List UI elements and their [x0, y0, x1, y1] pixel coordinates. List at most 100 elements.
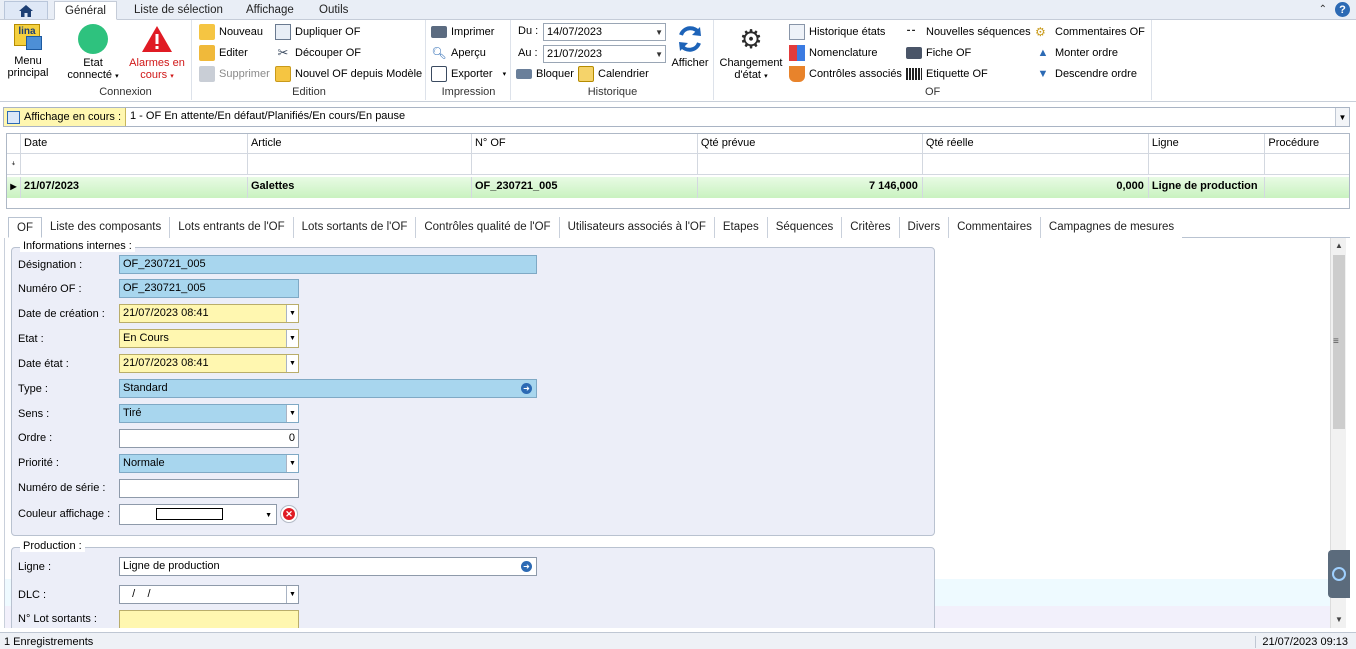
editer-button[interactable]: Editer: [199, 44, 248, 62]
sens-dropdown-icon[interactable]: ▼: [286, 405, 298, 422]
filter-cell-ligne[interactable]: [1149, 154, 1266, 174]
designation-field[interactable]: OF_230721_005: [119, 255, 537, 274]
col-header-qte-reelle[interactable]: Qté réelle: [923, 134, 1149, 153]
menu-principal-button[interactable]: lina Menu principal: [4, 24, 52, 79]
scroll-down-icon[interactable]: ▼: [1331, 612, 1347, 628]
afficher-label: Afficher: [671, 57, 709, 69]
dlc-field[interactable]: / / ▼: [119, 585, 299, 604]
ordre-field[interactable]: 0: [119, 429, 299, 448]
tab-lots-sortants[interactable]: Lots sortants de l'OF: [293, 217, 417, 238]
tab-general[interactable]: Général: [54, 1, 117, 20]
filter-cell-qte-reelle[interactable]: [923, 154, 1149, 174]
col-header-of[interactable]: N° OF: [472, 134, 698, 153]
etiquette-of-button[interactable]: Etiquette OF: [906, 65, 988, 83]
sens-field[interactable]: Tiré ▼: [119, 404, 299, 423]
tab-utilisateurs[interactable]: Utilisateurs associés à l'OF: [559, 217, 715, 238]
table-row[interactable]: ▶ 21/07/2023 Galettes OF_230721_005 7 14…: [7, 177, 1349, 198]
du-date-field[interactable]: 14/07/2023 ▼: [543, 23, 666, 41]
filter-cell-date[interactable]: [21, 154, 248, 174]
tab-composants[interactable]: Liste des composants: [41, 217, 171, 238]
display-filter-combo[interactable]: Affichage en cours : 1 - OF En attente/E…: [3, 107, 1350, 127]
filter-dropdown-icon[interactable]: ▼: [1335, 108, 1349, 126]
filter-cell-of[interactable]: [472, 154, 698, 174]
tab-etapes[interactable]: Etapes: [714, 217, 768, 238]
tab-campagnes[interactable]: Campagnes de mesures: [1040, 217, 1183, 238]
group-historique: Du : 14/07/2023 ▼ Au : 21/07/2023 ▼ Bloq…: [512, 20, 714, 100]
nomenclature-button[interactable]: Nomenclature: [789, 44, 877, 62]
supprimer-button[interactable]: Supprimer: [199, 65, 270, 83]
tab-controles-qualite[interactable]: Contrôles qualité de l'OF: [416, 217, 560, 238]
col-header-ligne[interactable]: Ligne: [1149, 134, 1266, 153]
filter-value: 1 - OF En attente/En défaut/Planifiés/En…: [130, 110, 406, 122]
au-dropdown-icon[interactable]: ▼: [655, 47, 663, 63]
tab-divers[interactable]: Divers: [899, 217, 950, 238]
col-header-procedure[interactable]: Procédure: [1265, 134, 1349, 153]
tab-commentaires[interactable]: Commentaires: [949, 217, 1041, 238]
priorite-field[interactable]: Normale ▼: [119, 454, 299, 473]
decouper-label: Découper OF: [295, 47, 362, 59]
tab-of[interactable]: OF: [8, 217, 42, 238]
etiquette-of-label: Etiquette OF: [926, 68, 988, 80]
descendre-ordre-button[interactable]: ▼ Descendre ordre: [1035, 65, 1137, 83]
dlc-dropdown-icon[interactable]: ▼: [286, 586, 298, 603]
ligne-go-icon[interactable]: ➜: [521, 561, 532, 572]
col-header-date[interactable]: Date: [21, 134, 248, 153]
bloquer-button[interactable]: Bloquer: [516, 65, 574, 83]
monter-ordre-button[interactable]: ▲ Monter ordre: [1035, 44, 1118, 62]
type-field[interactable]: Standard ➜: [119, 379, 537, 398]
tab-tools[interactable]: Outils: [309, 1, 358, 20]
tab-selection[interactable]: Liste de sélection: [124, 1, 233, 20]
calendrier-button[interactable]: Calendrier: [578, 65, 649, 83]
col-header-qte-prevue[interactable]: Qté prévue: [698, 134, 923, 153]
historique-group-label: Historique: [587, 86, 638, 98]
filter-cell-article[interactable]: [248, 154, 472, 174]
numero-serie-field[interactable]: [119, 479, 299, 498]
apercu-button[interactable]: 🔍︎ Aperçu: [431, 44, 485, 62]
dupliquer-button[interactable]: Dupliquer OF: [275, 23, 360, 41]
ligne-field[interactable]: Ligne de production ➜: [119, 557, 537, 576]
nouvelles-sequences-button[interactable]: ⁃⁃ Nouvelles séquences: [906, 23, 1031, 41]
etat-connecte-button[interactable]: Etat connecté ▾: [64, 24, 122, 83]
date-etat-dropdown-icon[interactable]: ▼: [286, 355, 298, 372]
lot-sortants-field[interactable]: [119, 610, 299, 628]
help-icon[interactable]: ?: [1335, 2, 1350, 17]
couleur-dropdown-icon[interactable]: ▼: [265, 507, 272, 524]
etat-field[interactable]: En Cours ▼: [119, 329, 299, 348]
type-go-icon[interactable]: ➜: [521, 383, 532, 394]
tab-display[interactable]: Affichage: [236, 1, 304, 20]
afficher-button[interactable]: Afficher: [668, 24, 712, 69]
date-creation-dropdown-icon[interactable]: ▼: [286, 305, 298, 322]
date-etat-field[interactable]: 21/07/2023 08:41 ▼: [119, 354, 299, 373]
tab-criteres[interactable]: Critères: [842, 217, 900, 238]
nouveau-button[interactable]: Nouveau: [199, 23, 263, 41]
tab-lots-entrants[interactable]: Lots entrants de l'OF: [170, 217, 294, 238]
scroll-up-icon[interactable]: ▲: [1331, 238, 1347, 254]
couleur-affichage-picker[interactable]: ▼: [119, 504, 277, 525]
du-dropdown-icon[interactable]: ▼: [655, 25, 663, 41]
date-creation-field[interactable]: 21/07/2023 08:41 ▼: [119, 304, 299, 323]
home-button[interactable]: [4, 1, 48, 19]
print-sheet-icon: [906, 47, 922, 59]
exporter-button[interactable]: Exporter ▾: [431, 65, 506, 83]
filter-cell-procedure[interactable]: [1265, 154, 1349, 174]
tab-sequences[interactable]: Séquences: [767, 217, 843, 238]
clear-color-button[interactable]: ✕: [280, 505, 298, 523]
col-header-article[interactable]: Article: [248, 134, 472, 153]
controles-button[interactable]: Contrôles associés: [789, 65, 902, 83]
imprimer-button[interactable]: Imprimer: [431, 23, 494, 41]
side-panel-tab[interactable]: [1328, 550, 1350, 598]
collapse-ribbon-icon[interactable]: ⌃: [1319, 4, 1327, 15]
alarmes-button[interactable]: Alarmes en cours ▾: [124, 24, 190, 83]
historique-etats-button[interactable]: Historique états: [789, 23, 885, 41]
nouvel-modele-button[interactable]: Nouvel OF depuis Modèle: [275, 65, 422, 83]
au-date-field[interactable]: 21/07/2023 ▼: [543, 45, 666, 63]
etat-dropdown-icon[interactable]: ▼: [286, 330, 298, 347]
commentaires-of-button[interactable]: ⚙ Commentaires OF: [1035, 23, 1145, 41]
priorite-dropdown-icon[interactable]: ▼: [286, 455, 298, 472]
fiche-of-button[interactable]: Fiche OF: [906, 44, 971, 62]
decouper-button[interactable]: ✂ Découper OF: [275, 44, 361, 62]
minus-circle-icon: [1332, 567, 1346, 581]
numero-of-field[interactable]: OF_230721_005: [119, 279, 299, 298]
filter-cell-qte-prevue[interactable]: [698, 154, 923, 174]
changement-etat-button[interactable]: ⚙ Changement d'état ▾: [717, 24, 785, 83]
